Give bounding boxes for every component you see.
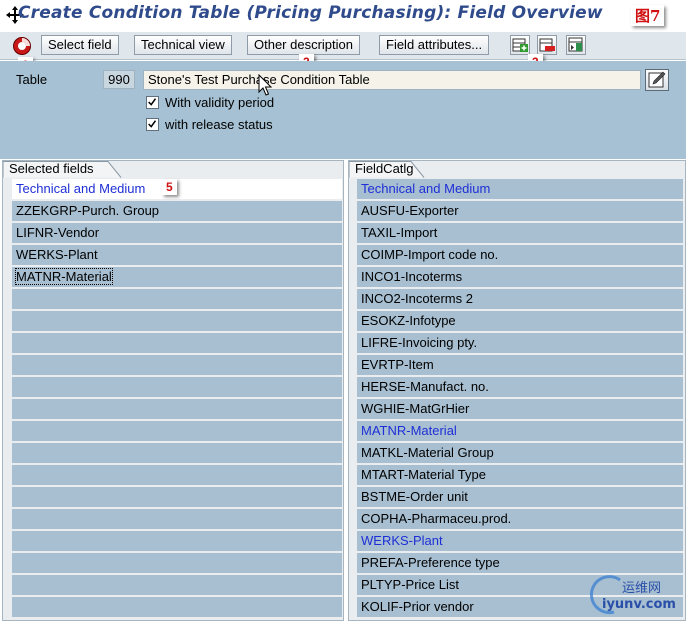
catalog-group-header-label: Technical and Medium bbox=[361, 181, 491, 196]
catalog-field-row[interactable]: INCO2-Incoterms 2 bbox=[357, 289, 683, 309]
release-status-checkbox[interactable] bbox=[146, 118, 159, 131]
catalog-field-row[interactable]: EVRTP-Item bbox=[357, 355, 683, 375]
other-description-button[interactable]: Other description bbox=[247, 35, 360, 55]
catalog-field-row-label: EVRTP-Item bbox=[361, 357, 434, 372]
sap-logo-icon[interactable] bbox=[12, 36, 32, 56]
selected-field-row[interactable]: LIFNR-Vendor bbox=[12, 223, 342, 243]
catalog-field-row-label: PREFA-Preference type bbox=[361, 555, 500, 570]
catalog-field-row-label: TAXIL-Import bbox=[361, 225, 438, 240]
catalog-field-row[interactable]: TAXIL-Import bbox=[357, 223, 683, 243]
checkmark-icon bbox=[148, 98, 157, 106]
field-catalog-title: FieldCatlg bbox=[355, 161, 414, 176]
table-description-input[interactable]: Stone's Test Purchase Condition Table bbox=[143, 70, 641, 90]
catalog-group-header[interactable]: Technical and Medium bbox=[357, 179, 683, 199]
selected-field-row-label: ZZEKGRP-Purch. Group bbox=[16, 203, 160, 218]
table-label: Table bbox=[16, 72, 48, 87]
catalog-field-row-label: PLTYP-Price List bbox=[361, 577, 460, 592]
release-status-label: with release status bbox=[165, 117, 273, 132]
selected-field-row[interactable]: WERKS-Plant bbox=[12, 245, 342, 265]
empty-field-row[interactable] bbox=[12, 487, 342, 507]
catalog-field-row[interactable]: AUSFU-Exporter bbox=[357, 201, 683, 221]
catalog-field-row[interactable]: HERSE-Manufact. no. bbox=[357, 377, 683, 397]
catalog-field-row-label: COPHA-Pharmaceu.prod. bbox=[361, 511, 512, 526]
catalog-field-row-label: MTART-Material Type bbox=[361, 467, 486, 482]
empty-field-row[interactable] bbox=[12, 377, 342, 397]
field-attributes-button[interactable]: Field attributes... bbox=[379, 35, 490, 55]
empty-field-row[interactable] bbox=[12, 333, 342, 353]
pencil-icon bbox=[648, 71, 666, 88]
catalog-field-row[interactable]: COPHA-Pharmaceu.prod. bbox=[357, 509, 683, 529]
catalog-field-row-label: LIFRE-Invoicing pty. bbox=[361, 335, 478, 350]
application-toolbar: Select field Technical view Other descri… bbox=[0, 32, 686, 60]
catalog-field-row[interactable]: PREFA-Preference type bbox=[357, 553, 683, 573]
mouse-pointer-icon bbox=[258, 74, 273, 96]
selected-fields-title: Selected fields bbox=[9, 161, 94, 176]
catalog-field-row-label: MATNR-Material bbox=[361, 423, 457, 438]
catalog-field-row-label: WGHIE-MatGrHier bbox=[361, 401, 470, 416]
details-icon[interactable] bbox=[566, 35, 586, 55]
catalog-field-row-label: WERKS-Plant bbox=[361, 533, 443, 548]
checkmark-icon bbox=[148, 120, 157, 128]
selected-field-row-label: MATNR-Material bbox=[15, 268, 113, 285]
page-title: Create Condition Table (Pricing Purchasi… bbox=[18, 3, 603, 23]
edit-description-button[interactable] bbox=[645, 69, 669, 91]
selected-group-header[interactable]: Technical and Medium bbox=[12, 179, 342, 199]
validity-period-checkbox[interactable] bbox=[146, 96, 159, 109]
catalog-field-row[interactable]: MATKL-Material Group bbox=[357, 443, 683, 463]
callout-badge-5: 5 bbox=[162, 179, 177, 195]
catalog-field-row-label: INCO2-Incoterms 2 bbox=[361, 291, 473, 306]
watermark-text: 运维网 bbox=[622, 581, 662, 596]
catalog-field-row[interactable]: ESOKZ-Infotype bbox=[357, 311, 683, 331]
title-bar: Create Condition Table (Pricing Purchasi… bbox=[0, 0, 686, 32]
watermark-domain: iyunv.com bbox=[602, 597, 676, 612]
selected-field-row[interactable]: ZZEKGRP-Purch. Group bbox=[12, 201, 342, 221]
select-field-button[interactable]: Select field bbox=[41, 35, 119, 55]
insert-icon[interactable] bbox=[510, 35, 530, 55]
catalog-field-row[interactable]: WERKS-Plant bbox=[357, 531, 683, 551]
empty-field-row[interactable] bbox=[12, 509, 342, 529]
technical-view-button[interactable]: Technical view bbox=[134, 35, 232, 55]
empty-field-row[interactable] bbox=[12, 421, 342, 441]
selected-field-row-label: WERKS-Plant bbox=[16, 247, 98, 262]
field-catalog-panel: FieldCatlg Technical and Medium AUSFU-Exp… bbox=[348, 160, 686, 621]
empty-field-row[interactable] bbox=[12, 355, 342, 375]
table-number-field: 990 bbox=[103, 70, 135, 89]
empty-field-row[interactable] bbox=[12, 531, 342, 551]
catalog-field-row[interactable]: COIMP-Import code no. bbox=[357, 245, 683, 265]
delete-icon[interactable] bbox=[537, 35, 557, 55]
selected-fields-panel: Selected fields Technical and Medium ZZEK… bbox=[2, 160, 344, 621]
catalog-field-row-label: AUSFU-Exporter bbox=[361, 203, 459, 218]
catalog-field-row[interactable]: BSTME-Order unit bbox=[357, 487, 683, 507]
empty-field-row[interactable] bbox=[12, 443, 342, 463]
catalog-field-row-label: MATKL-Material Group bbox=[361, 445, 494, 460]
empty-field-row[interactable] bbox=[12, 465, 342, 485]
selected-field-row[interactable]: MATNR-Material bbox=[12, 267, 342, 287]
catalog-field-row[interactable]: INCO1-Incoterms bbox=[357, 267, 683, 287]
empty-field-row[interactable] bbox=[12, 289, 342, 309]
empty-field-row[interactable] bbox=[12, 553, 342, 573]
empty-field-row[interactable] bbox=[12, 597, 342, 617]
catalog-field-row-label: HERSE-Manufact. no. bbox=[361, 379, 489, 394]
catalog-field-row[interactable]: LIFRE-Invoicing pty. bbox=[357, 333, 683, 353]
catalog-field-row-label: KOLIF-Prior vendor bbox=[361, 599, 474, 614]
catalog-field-row-label: ESOKZ-Infotype bbox=[361, 313, 456, 328]
selected-group-header-label: Technical and Medium bbox=[16, 181, 146, 196]
catalog-field-row[interactable]: WGHIE-MatGrHier bbox=[357, 399, 683, 419]
catalog-field-row-label: BSTME-Order unit bbox=[361, 489, 468, 504]
catalog-field-row-label: INCO1-Incoterms bbox=[361, 269, 463, 284]
catalog-field-row[interactable]: MTART-Material Type bbox=[357, 465, 683, 485]
empty-field-row[interactable] bbox=[12, 575, 342, 595]
figure-label: 图7 bbox=[631, 5, 665, 26]
selected-field-row-label: LIFNR-Vendor bbox=[16, 225, 100, 240]
empty-field-row[interactable] bbox=[12, 399, 342, 419]
table-header-area: Table 990 Stone's Test Purchase Conditio… bbox=[0, 61, 686, 159]
catalog-field-row[interactable]: MATNR-Material bbox=[357, 421, 683, 441]
catalog-field-row-label: COIMP-Import code no. bbox=[361, 247, 499, 262]
empty-field-row[interactable] bbox=[12, 311, 342, 331]
